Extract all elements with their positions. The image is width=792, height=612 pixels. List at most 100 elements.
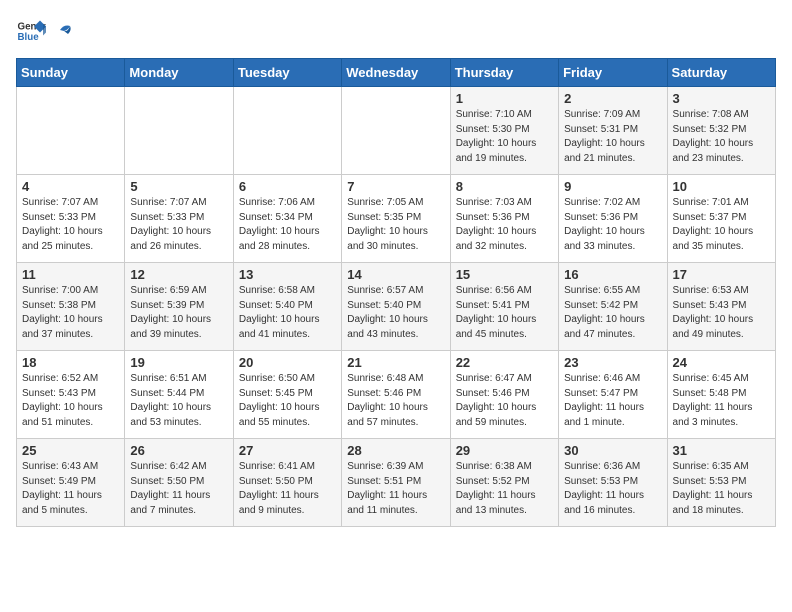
- day-number: 25: [22, 443, 119, 458]
- day-number: 15: [456, 267, 553, 282]
- calendar-week-row: 4 Sunrise: 7:07 AMSunset: 5:33 PMDaylight…: [17, 175, 776, 263]
- day-info: Sunrise: 7:10 AMSunset: 5:30 PMDaylight:…: [456, 108, 553, 166]
- day-number: 19: [130, 355, 227, 370]
- calendar-week-row: 1 Sunrise: 7:10 AMSunset: 5:30 PMDaylight…: [17, 87, 776, 175]
- day-number: 12: [130, 267, 227, 282]
- day-number: 28: [347, 443, 444, 458]
- calendar-cell: 2Sunrise: 7:09 AMSunset: 5:31 PMDaylight…: [559, 87, 667, 175]
- weekday-header: Monday: [125, 59, 233, 87]
- calendar-cell: 19 Sunrise: 6:51 AMSunset: 5:44 PMDayligh…: [125, 351, 233, 439]
- day-number: 6: [239, 179, 336, 194]
- day-info: Sunrise: 7:08 AMSunset: 5:32 PMDaylight:…: [673, 108, 770, 166]
- day-info: Sunrise: 7:03 AMSunset: 5:36 PMDaylight:…: [456, 196, 553, 254]
- svg-text:Blue: Blue: [18, 32, 40, 43]
- day-info: Sunrise: 7:00 AMSunset: 5:38 PMDaylight:…: [22, 284, 119, 342]
- calendar-cell: 15 Sunrise: 6:56 AMSunset: 5:41 PMDayligh…: [450, 263, 558, 351]
- calendar-cell: 1 Sunrise: 7:10 AMSunset: 5:30 PMDaylight…: [450, 87, 558, 175]
- calendar-table: SundayMondayTuesdayWednesdayThursdayFrid…: [16, 58, 776, 527]
- day-number: 31: [673, 443, 770, 458]
- day-number: 17: [673, 267, 770, 282]
- day-info: Sunrise: 7:05 AMSunset: 5:35 PMDaylight:…: [347, 196, 444, 254]
- day-info: Sunrise: 7:01 AMSunset: 5:37 PMDaylight:…: [673, 196, 770, 254]
- logo-icon: General Blue: [16, 16, 46, 46]
- day-number: 26: [130, 443, 227, 458]
- calendar-cell: 30 Sunrise: 6:36 AMSunset: 5:53 PMDayligh…: [559, 439, 667, 527]
- calendar-cell: 18 Sunrise: 6:52 AMSunset: 5:43 PMDayligh…: [17, 351, 125, 439]
- day-info: Sunrise: 7:02 AMSunset: 5:36 PMDaylight:…: [564, 196, 661, 254]
- day-number: 22: [456, 355, 553, 370]
- day-number: 21: [347, 355, 444, 370]
- calendar-cell: 17 Sunrise: 6:53 AMSunset: 5:43 PMDayligh…: [667, 263, 775, 351]
- day-info: Sunrise: 6:38 AMSunset: 5:52 PMDaylight:…: [456, 460, 553, 518]
- calendar-cell: 31 Sunrise: 6:35 AMSunset: 5:53 PMDayligh…: [667, 439, 775, 527]
- day-info: Sunrise: 6:42 AMSunset: 5:50 PMDaylight:…: [130, 460, 227, 518]
- day-info: Sunrise: 7:06 AMSunset: 5:34 PMDaylight:…: [239, 196, 336, 254]
- calendar-cell: [342, 87, 450, 175]
- calendar-cell: 28 Sunrise: 6:39 AMSunset: 5:51 PMDayligh…: [342, 439, 450, 527]
- calendar-week-row: 18 Sunrise: 6:52 AMSunset: 5:43 PMDayligh…: [17, 351, 776, 439]
- weekday-header: Friday: [559, 59, 667, 87]
- day-number: 18: [22, 355, 119, 370]
- calendar-header-row: SundayMondayTuesdayWednesdayThursdayFrid…: [17, 59, 776, 87]
- day-number: 23: [564, 355, 661, 370]
- calendar-cell: 22 Sunrise: 6:47 AMSunset: 5:46 PMDayligh…: [450, 351, 558, 439]
- calendar-cell: 10 Sunrise: 7:01 AMSunset: 5:37 PMDayligh…: [667, 175, 775, 263]
- day-number: 27: [239, 443, 336, 458]
- calendar-cell: 13Sunrise: 6:58 AMSunset: 5:40 PMDayligh…: [233, 263, 341, 351]
- day-number: 3: [673, 91, 770, 106]
- calendar-cell: 12 Sunrise: 6:59 AMSunset: 5:39 PMDayligh…: [125, 263, 233, 351]
- calendar-cell: 5Sunrise: 7:07 AMSunset: 5:33 PMDaylight…: [125, 175, 233, 263]
- calendar-cell: 25 Sunrise: 6:43 AMSunset: 5:49 PMDayligh…: [17, 439, 125, 527]
- day-info: Sunrise: 6:36 AMSunset: 5:53 PMDaylight:…: [564, 460, 661, 518]
- day-number: 10: [673, 179, 770, 194]
- day-info: Sunrise: 6:46 AMSunset: 5:47 PMDaylight:…: [564, 372, 661, 430]
- weekday-header: Thursday: [450, 59, 558, 87]
- day-number: 24: [673, 355, 770, 370]
- calendar-cell: 6 Sunrise: 7:06 AMSunset: 5:34 PMDaylight…: [233, 175, 341, 263]
- day-info: Sunrise: 7:07 AMSunset: 5:33 PMDaylight:…: [22, 196, 119, 254]
- day-number: 9: [564, 179, 661, 194]
- day-number: 11: [22, 267, 119, 282]
- weekday-header: Saturday: [667, 59, 775, 87]
- calendar-cell: 11 Sunrise: 7:00 AMSunset: 5:38 PMDayligh…: [17, 263, 125, 351]
- day-info: Sunrise: 6:39 AMSunset: 5:51 PMDaylight:…: [347, 460, 444, 518]
- calendar-week-row: 25 Sunrise: 6:43 AMSunset: 5:49 PMDayligh…: [17, 439, 776, 527]
- day-number: 4: [22, 179, 119, 194]
- day-info: Sunrise: 6:43 AMSunset: 5:49 PMDaylight:…: [22, 460, 119, 518]
- day-number: 5: [130, 179, 227, 194]
- calendar-cell: [233, 87, 341, 175]
- logo-bird-icon: [50, 22, 72, 44]
- day-info: Sunrise: 6:56 AMSunset: 5:41 PMDaylight:…: [456, 284, 553, 342]
- day-number: 30: [564, 443, 661, 458]
- logo: General Blue: [16, 16, 72, 46]
- calendar-cell: [17, 87, 125, 175]
- day-info: Sunrise: 6:47 AMSunset: 5:46 PMDaylight:…: [456, 372, 553, 430]
- day-number: 29: [456, 443, 553, 458]
- day-info: Sunrise: 6:48 AMSunset: 5:46 PMDaylight:…: [347, 372, 444, 430]
- calendar-cell: 26 Sunrise: 6:42 AMSunset: 5:50 PMDayligh…: [125, 439, 233, 527]
- day-info: Sunrise: 6:51 AMSunset: 5:44 PMDaylight:…: [130, 372, 227, 430]
- day-info: Sunrise: 6:59 AMSunset: 5:39 PMDaylight:…: [130, 284, 227, 342]
- calendar-cell: 24Sunrise: 6:45 AMSunset: 5:48 PMDayligh…: [667, 351, 775, 439]
- calendar-cell: 21 Sunrise: 6:48 AMSunset: 5:46 PMDayligh…: [342, 351, 450, 439]
- calendar-cell: 16 Sunrise: 6:55 AMSunset: 5:42 PMDayligh…: [559, 263, 667, 351]
- day-info: Sunrise: 6:53 AMSunset: 5:43 PMDaylight:…: [673, 284, 770, 342]
- day-info: Sunrise: 6:52 AMSunset: 5:43 PMDaylight:…: [22, 372, 119, 430]
- calendar-cell: 4 Sunrise: 7:07 AMSunset: 5:33 PMDaylight…: [17, 175, 125, 263]
- calendar-cell: [125, 87, 233, 175]
- day-number: 7: [347, 179, 444, 194]
- calendar-cell: 14Sunrise: 6:57 AMSunset: 5:40 PMDayligh…: [342, 263, 450, 351]
- calendar-week-row: 11 Sunrise: 7:00 AMSunset: 5:38 PMDayligh…: [17, 263, 776, 351]
- day-info: Sunrise: 6:41 AMSunset: 5:50 PMDaylight:…: [239, 460, 336, 518]
- day-info: Sunrise: 6:57 AMSunset: 5:40 PMDaylight:…: [347, 284, 444, 342]
- day-info: Sunrise: 6:35 AMSunset: 5:53 PMDaylight:…: [673, 460, 770, 518]
- day-info: Sunrise: 6:55 AMSunset: 5:42 PMDaylight:…: [564, 284, 661, 342]
- calendar-cell: 9 Sunrise: 7:02 AMSunset: 5:36 PMDaylight…: [559, 175, 667, 263]
- calendar-cell: 3 Sunrise: 7:08 AMSunset: 5:32 PMDaylight…: [667, 87, 775, 175]
- day-info: Sunrise: 7:09 AMSunset: 5:31 PMDaylight:…: [564, 108, 661, 166]
- day-number: 1: [456, 91, 553, 106]
- day-number: 20: [239, 355, 336, 370]
- calendar-cell: 7 Sunrise: 7:05 AMSunset: 5:35 PMDaylight…: [342, 175, 450, 263]
- calendar-cell: 8Sunrise: 7:03 AMSunset: 5:36 PMDaylight…: [450, 175, 558, 263]
- day-number: 16: [564, 267, 661, 282]
